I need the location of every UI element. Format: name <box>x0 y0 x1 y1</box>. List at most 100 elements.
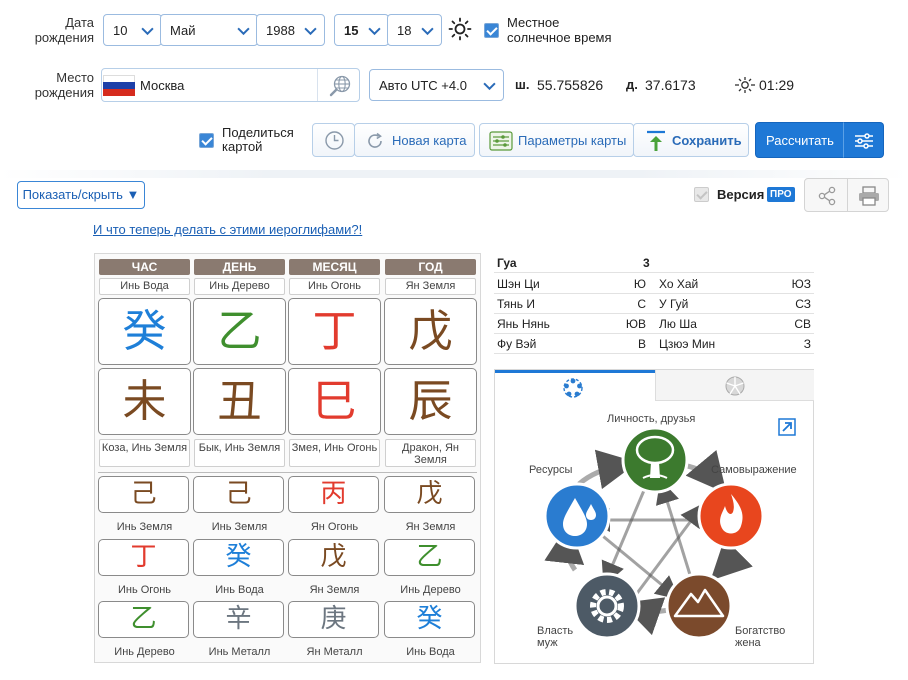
sliders-icon <box>855 133 873 149</box>
gua-label: Гуа <box>497 256 517 270</box>
hidden-stem-label: Инь Земля <box>116 521 173 533</box>
birth-place-label: Место рождения <box>20 70 94 100</box>
heavenly-stem-cell[interactable]: 癸 <box>98 298 191 365</box>
calculate-button[interactable]: Рассчитать <box>755 122 844 158</box>
timezone-select[interactable]: Авто UTC +4.0 <box>369 69 504 101</box>
local-solar-time-line2: солнечное время <box>507 30 612 45</box>
heavenly-stem-cell[interactable]: 戊 <box>384 298 477 365</box>
heavenly-stem-cell[interactable]: 乙 <box>193 298 286 365</box>
local-solar-time-checkbox[interactable] <box>484 23 499 38</box>
calculate-options-button[interactable] <box>843 122 884 158</box>
earthly-branch-cell[interactable]: 丑 <box>193 368 286 435</box>
year-select[interactable]: 1988 <box>256 14 325 46</box>
solar-time-value: 01:29 <box>759 77 795 93</box>
sun-icon[interactable] <box>448 17 472 41</box>
latitude-value: 55.755826 <box>537 77 604 93</box>
hidden-stem-label: Инь Земля <box>211 521 268 533</box>
earthly-branch-cell[interactable]: 辰 <box>384 368 477 435</box>
hidden-stem-cell[interactable]: 乙 <box>98 601 189 638</box>
chevron-down-icon <box>421 27 434 36</box>
birth-date-label: Дата рождения <box>20 15 94 45</box>
latitude-label: ш. <box>515 77 530 92</box>
new-map-button[interactable]: Новая карта <box>354 123 475 157</box>
day-select[interactable]: 10 <box>103 14 162 46</box>
hidden-stem-cell[interactable]: 癸 <box>384 601 475 638</box>
branch-label-line: Дракон, Ян <box>402 442 459 454</box>
hidden-stem-label: Инь Вода <box>215 584 264 596</box>
share-button[interactable] <box>804 178 848 212</box>
russia-flag-icon <box>103 75 135 96</box>
hidden-stem-cell[interactable]: 己 <box>193 476 284 513</box>
save-button[interactable]: Сохранить <box>633 123 749 157</box>
gua-star-name: Янь Нянь <box>497 317 550 331</box>
version-pro-checkbox[interactable] <box>694 187 709 202</box>
birth-date-label-line2: рождения <box>34 30 94 45</box>
hidden-stem-label: Ян Земля <box>405 521 456 533</box>
element-label-wealth-line1: Богатство <box>735 625 786 637</box>
hidden-stem-cell[interactable]: 乙 <box>384 539 475 576</box>
gua-direction: С <box>637 297 646 311</box>
gua-star-name: Шэн Ци <box>497 277 540 291</box>
branch-label: Дракон, Ян Земля <box>385 439 476 467</box>
history-button[interactable] <box>312 123 355 157</box>
clock-icon <box>325 131 344 150</box>
map-params-button[interactable]: Параметры карты <box>479 123 634 157</box>
share-map-label: Поделиться картой <box>222 126 294 154</box>
print-button[interactable] <box>847 178 889 212</box>
show-hide-button[interactable]: Показать/скрыть ▼ <box>17 181 145 209</box>
year-value: 1988 <box>266 22 295 38</box>
minute-select[interactable]: 18 <box>387 14 442 46</box>
hidden-stem-cell[interactable]: 丁 <box>98 539 189 576</box>
hidden-stem-cell[interactable]: 戊 <box>288 539 379 576</box>
share-icon <box>818 186 836 206</box>
globe-search-button[interactable] <box>317 69 359 101</box>
minute-value: 18 <box>397 22 412 38</box>
local-solar-time-label: Местное солнечное время <box>507 15 612 45</box>
gua-star-name: У Гуй <box>659 297 689 311</box>
month-select[interactable]: Май <box>160 14 258 46</box>
birth-place-label-line1: Место <box>56 70 94 85</box>
element-label-wealth: Богатство жена <box>735 625 785 649</box>
hour-select[interactable]: 15 <box>334 14 389 46</box>
element-label-wealth-line2: жена <box>735 637 761 649</box>
hidden-stem-cell[interactable]: 庚 <box>288 601 379 638</box>
local-solar-time-line1: Местное <box>507 15 560 30</box>
hidden-stems-divider <box>98 472 477 473</box>
hidden-stem-label: Инь Дерево <box>400 584 461 596</box>
chevron-down-icon <box>483 82 496 91</box>
share-map-checkbox[interactable] <box>199 133 214 148</box>
solar-time-icon <box>735 77 755 93</box>
gua-direction-row: Шэн Ци Ю Хо Хай ЮЗ <box>494 274 814 294</box>
hidden-stem-label: Инь Металл <box>208 646 271 658</box>
element-label-power-line2: муж <box>537 637 558 649</box>
gua-header-row: Гуа 3 <box>494 253 814 273</box>
column-header-day: ДЕНЬ <box>194 259 285 275</box>
element-label-resources: Ресурсы <box>529 464 573 476</box>
pro-badge: ПРО <box>767 187 795 202</box>
earthly-branch-cell[interactable]: 未 <box>98 368 191 435</box>
hidden-stem-label: Инь Дерево <box>114 646 175 658</box>
branch-label: Коза, Инь Земля <box>99 439 190 467</box>
earthly-branch-cell[interactable]: 巳 <box>288 368 381 435</box>
longitude-value: 37.6173 <box>645 77 696 93</box>
branch-label: Бык, Инь Земля <box>194 439 285 467</box>
save-label: Сохранить <box>672 133 742 148</box>
gua-direction-row: Янь Нянь ЮВ Лю Ша СВ <box>494 314 814 334</box>
hidden-stem-label: Ян Огонь <box>310 521 359 533</box>
hidden-stem-cell[interactable]: 辛 <box>193 601 284 638</box>
hieroglyphs-help-link[interactable]: И что теперь делать с этими иероглифами?… <box>93 222 362 237</box>
map-params-label: Параметры карты <box>518 133 627 148</box>
hour-value: 15 <box>344 22 359 38</box>
hidden-stem-cell[interactable]: 丙 <box>288 476 379 513</box>
chevron-down-icon <box>141 27 154 36</box>
heavenly-stem-cell[interactable]: 丁 <box>288 298 381 365</box>
new-map-label: Новая карта <box>392 133 467 148</box>
column-header-year: ГОД <box>385 259 476 275</box>
day-value: 10 <box>113 22 128 38</box>
hidden-stem-label: Ян Земля <box>309 584 360 596</box>
hidden-stem-cell[interactable]: 癸 <box>193 539 284 576</box>
hidden-stem-cell[interactable]: 己 <box>98 476 189 513</box>
hidden-stem-cell[interactable]: 戊 <box>384 476 475 513</box>
chevron-down-icon <box>368 27 381 36</box>
city-field[interactable]: Москва <box>101 68 360 102</box>
